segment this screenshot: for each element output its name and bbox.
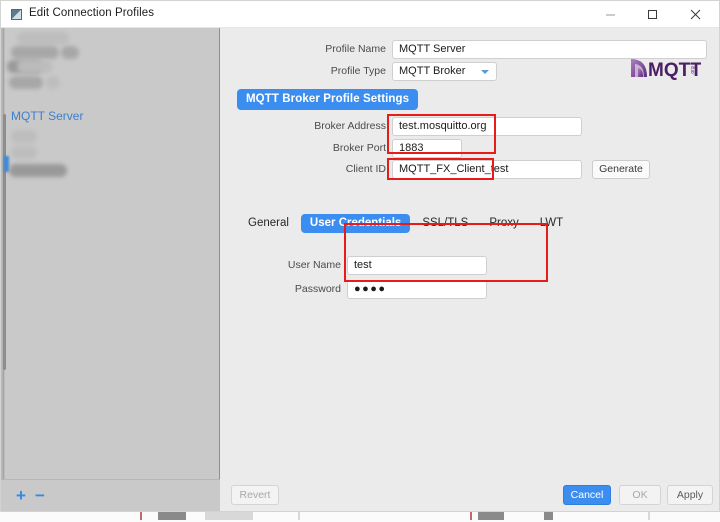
sidebar-item-mqtt-server[interactable]: MQTT Server xyxy=(11,109,83,123)
tab-lwt[interactable]: LWT xyxy=(531,214,572,233)
app-icon xyxy=(11,9,22,20)
profile-type-label: Profile Type xyxy=(330,65,386,77)
broker-address-label: Broker Address xyxy=(314,120,386,132)
username-row: User Name xyxy=(221,255,719,275)
list-item[interactable] xyxy=(17,58,53,75)
profiles-tree[interactable]: MQTT Server xyxy=(1,28,220,476)
ok-button[interactable]: OK xyxy=(619,485,661,505)
window-title: Edit Connection Profiles xyxy=(29,7,155,19)
broker-settings-badge: MQTT Broker Profile Settings xyxy=(237,89,419,110)
redacted-label xyxy=(46,76,60,89)
profiles-sidebar: MQTT Server + − xyxy=(1,28,220,511)
sidebar-footer: + − xyxy=(1,479,220,511)
client-id-input[interactable] xyxy=(392,159,582,179)
broker-address-row: Broker Address xyxy=(221,116,719,136)
revert-button[interactable]: Revert xyxy=(231,485,279,505)
list-item[interactable] xyxy=(9,74,60,91)
redacted-label xyxy=(11,130,37,143)
apply-button[interactable]: Apply xyxy=(667,485,713,505)
profile-type-value: MQTT Broker xyxy=(399,64,466,77)
tab-user-credentials[interactable]: User Credentials xyxy=(300,214,411,233)
dialog-footer: Revert Cancel OK Apply xyxy=(221,477,719,511)
tab-general[interactable]: General xyxy=(239,214,298,233)
mqtt-logo-suffix: .org xyxy=(690,66,696,75)
broker-port-label: Broker Port xyxy=(332,142,386,154)
broker-port-input[interactable] xyxy=(392,138,462,158)
profile-type-select[interactable]: MQTT Broker xyxy=(392,61,497,81)
tab-ssl-tls[interactable]: SSL/TLS xyxy=(413,214,477,233)
bg-tick xyxy=(470,511,472,520)
cancel-button[interactable]: Cancel xyxy=(563,485,611,505)
password-label: Password xyxy=(294,283,341,295)
bg-tick xyxy=(298,511,300,520)
bg-tick xyxy=(158,511,186,520)
broker-address-input[interactable] xyxy=(392,116,582,136)
list-item[interactable] xyxy=(9,162,67,179)
redacted-label xyxy=(11,146,37,159)
username-input[interactable] xyxy=(347,255,487,275)
close-icon[interactable] xyxy=(675,1,715,27)
bg-tick xyxy=(478,511,504,520)
redacted-label xyxy=(9,76,43,89)
bg-tick xyxy=(544,511,553,520)
remove-profile-button[interactable]: − xyxy=(35,487,45,504)
maximize-icon[interactable] xyxy=(632,1,672,27)
minimize-icon[interactable] xyxy=(590,1,630,27)
bg-tick xyxy=(205,511,253,520)
redacted-label xyxy=(9,164,67,177)
profile-name-label: Profile Name xyxy=(325,43,386,55)
list-item[interactable] xyxy=(11,144,37,161)
settings-tabs: General User Credentials SSL/TLS Proxy L… xyxy=(239,214,572,233)
chevron-down-icon xyxy=(481,69,489,74)
mqtt-logo: MQTT .org xyxy=(629,55,702,81)
broker-port-row: Broker Port xyxy=(221,138,719,158)
tab-proxy[interactable]: Proxy xyxy=(480,214,527,233)
redacted-label xyxy=(17,60,53,73)
redacted-label xyxy=(61,46,79,59)
bg-tick xyxy=(140,511,142,520)
edit-connection-profiles-dialog: Edit Connection Profiles MQTT Server + −… xyxy=(0,0,720,512)
profile-settings-panel: Profile Name Profile Type MQTT Broker xyxy=(221,28,719,511)
add-profile-button[interactable]: + xyxy=(16,487,26,504)
title-bar: Edit Connection Profiles xyxy=(1,1,719,28)
bg-tick xyxy=(648,511,650,520)
password-row: Password xyxy=(221,279,719,299)
client-id-label: Client ID xyxy=(345,163,386,175)
list-item[interactable] xyxy=(11,128,37,145)
generate-client-id-button[interactable]: Generate xyxy=(592,159,650,179)
username-label: User Name xyxy=(287,259,341,271)
client-id-row: Client ID Generate xyxy=(221,159,719,179)
password-input[interactable] xyxy=(347,279,487,299)
